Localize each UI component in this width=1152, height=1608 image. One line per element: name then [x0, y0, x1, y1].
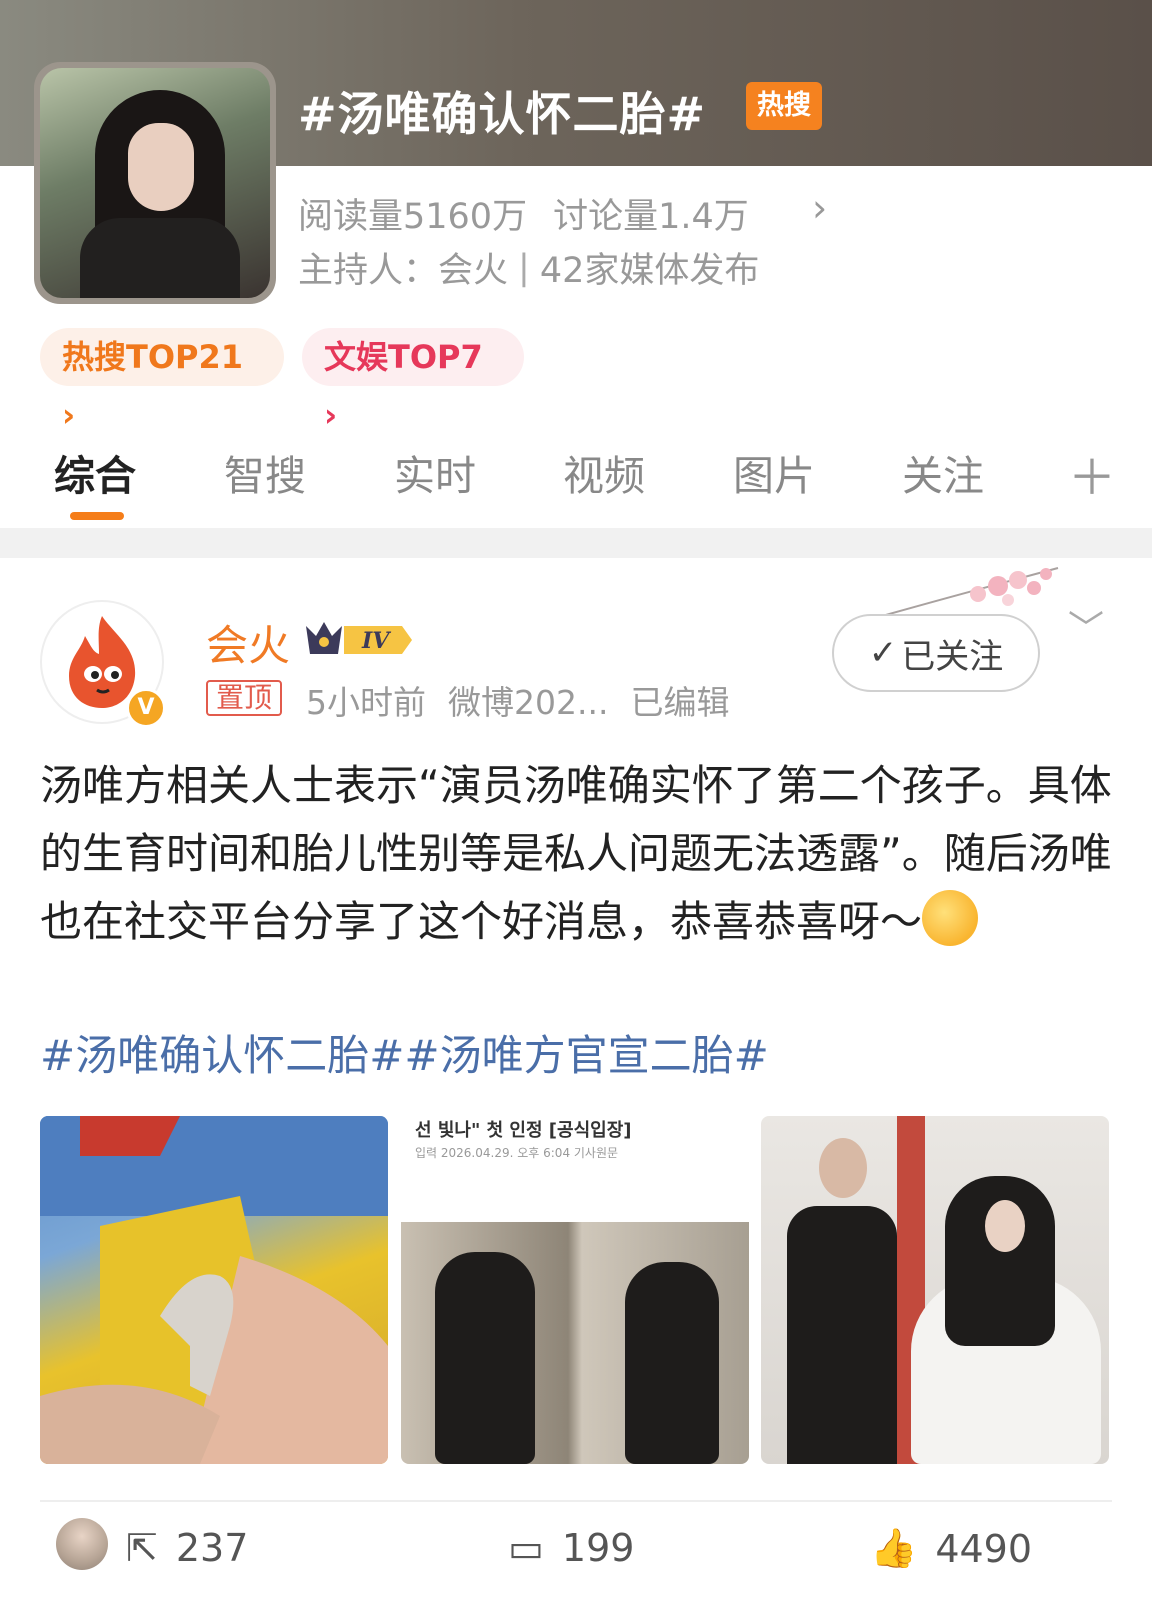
comment-count: 199	[561, 1526, 635, 1570]
host-label: 主持人：会火	[298, 251, 509, 291]
repost-button[interactable]: ⇱ 237	[126, 1526, 248, 1570]
post-image-1[interactable]	[40, 1116, 388, 1464]
action-bar: ⇱ 237 ▭ 199 👍 4490	[0, 1510, 1152, 1608]
party-face-emoji-icon	[922, 890, 979, 946]
author-name[interactable]: 会火	[206, 612, 290, 673]
tab-bar: 综合 智搜 实时 视频 图片 关注 ＋	[0, 430, 1152, 526]
edited-label: 已编辑	[630, 683, 730, 722]
like-count: 4490	[935, 1526, 1033, 1571]
viewer-avatar	[56, 1518, 108, 1570]
article-headline: 선 빛나" 첫 인정 [공식입장]	[415, 1120, 632, 1141]
post-image-3[interactable]	[761, 1116, 1109, 1464]
repost-count: 237	[175, 1526, 249, 1570]
level-text: IV	[361, 628, 391, 654]
topic-stats[interactable]: 阅读量5160万 讨论量1.4万	[298, 188, 749, 239]
tab-images[interactable]: 图片	[733, 442, 815, 502]
post-meta: 5小时前 微博202... 已编辑	[306, 676, 729, 724]
chevron-down-icon[interactable]: ﹀	[1068, 600, 1104, 652]
tab-following[interactable]: 关注	[902, 442, 984, 502]
tab-video[interactable]: 视频	[563, 442, 645, 502]
tab-smart-search[interactable]: 智搜	[224, 442, 306, 502]
post-time: 5小时前	[306, 683, 426, 722]
crown-level-icon: IV	[306, 622, 412, 654]
article-meta: 입력 2026.04.29. 오후 6:04 기사원문	[415, 1146, 619, 1160]
comment-button[interactable]: ▭ 199	[508, 1526, 634, 1570]
hot-search-badge: 热搜	[746, 82, 822, 130]
check-icon: ✓	[868, 633, 898, 673]
follow-button[interactable]: ✓ 已关注	[832, 614, 1040, 692]
media-count: 42家媒体发布	[539, 251, 760, 291]
section-divider	[0, 528, 1152, 558]
topic-cover-image[interactable]	[34, 62, 276, 304]
post-text: 汤唯方相关人士表示“演员汤唯确实怀了第二个孩子。具体的生育时间和胎儿性别等是私人…	[40, 761, 1112, 946]
entertainment-rank-button[interactable]: 文娱TOP7 ›	[302, 328, 524, 434]
post-hashtags[interactable]: #汤唯确认怀二胎##汤唯方官宣二胎#	[40, 1026, 769, 1086]
thumbs-up-icon: 👍	[870, 1526, 918, 1570]
post-source: 微博202...	[448, 683, 609, 722]
tab-realtime[interactable]: 实时	[394, 442, 476, 502]
like-button[interactable]: 👍 4490	[870, 1526, 1032, 1571]
separator: |	[518, 247, 530, 288]
tab-comprehensive[interactable]: 综合	[54, 442, 136, 502]
chevron-right-icon[interactable]: ›	[812, 186, 827, 230]
pinned-badge: 置顶	[206, 680, 283, 716]
active-tab-indicator	[70, 512, 124, 520]
share-icon: ⇱	[126, 1526, 158, 1570]
action-divider	[40, 1500, 1112, 1502]
topic-title: #汤唯确认怀二胎#	[298, 87, 707, 141]
add-tab-icon[interactable]: ＋	[1068, 438, 1116, 508]
topic-host-line: 主持人：会火 | 42家媒体发布	[298, 242, 759, 293]
read-count: 阅读量5160万	[298, 197, 528, 237]
verified-badge-icon: V	[126, 688, 166, 728]
hot-search-rank-button[interactable]: 热搜TOP21 ›	[40, 328, 284, 434]
discussion-count: 讨论量1.4万	[553, 197, 749, 237]
comment-icon: ▭	[508, 1526, 544, 1570]
post-image-2[interactable]: 선 빛나" 첫 인정 [공식입장] 입력 2026.04.29. 오후 6:04…	[401, 1116, 749, 1464]
